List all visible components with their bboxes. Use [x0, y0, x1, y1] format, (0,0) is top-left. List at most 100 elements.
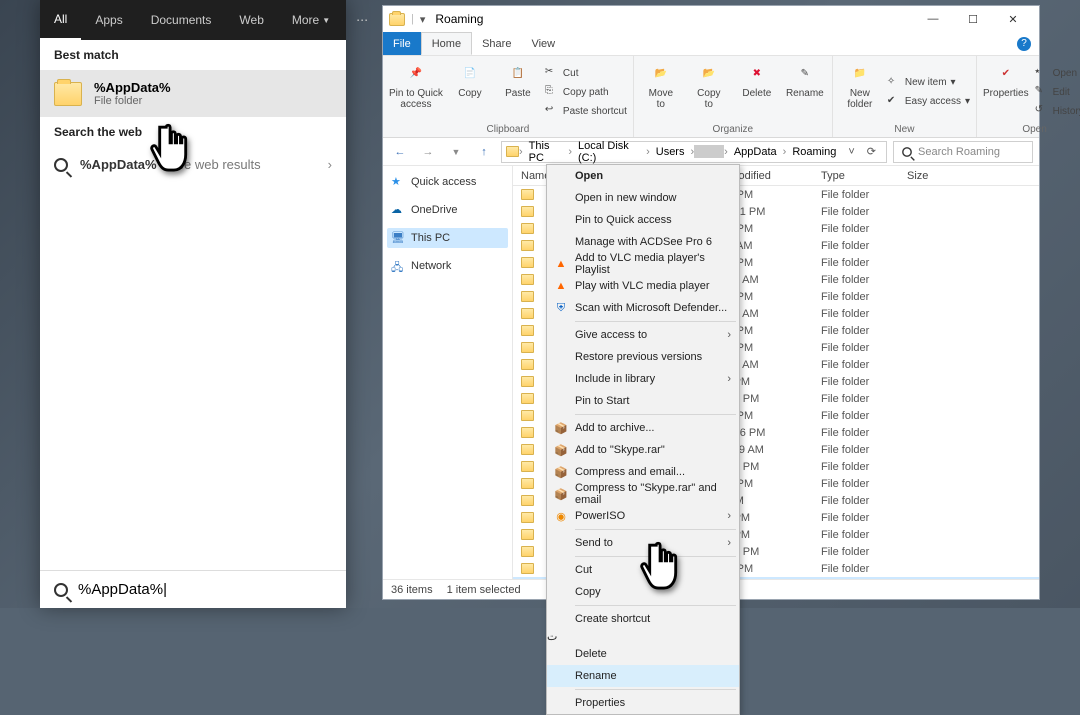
chevron-right-icon: › [727, 373, 731, 385]
search-tabs: All Apps Documents Web More ▼ ⋯ [40, 0, 346, 40]
easy-access-button[interactable]: ✔Easy access ▾ [887, 93, 970, 111]
move-icon: 📂 [648, 60, 674, 86]
copy-path-button[interactable]: ⎘Copy path [545, 83, 627, 101]
status-items: 36 items [391, 584, 433, 596]
ribbon-tab-view[interactable]: View [521, 32, 565, 55]
new-folder-button[interactable]: 📁New folder [839, 60, 881, 124]
nav-network[interactable]: 🖧Network [387, 256, 508, 276]
nav-up-button[interactable]: ↑ [473, 141, 495, 163]
edit-button[interactable]: ✎Edit [1035, 83, 1080, 101]
ribbon-tabs: File Home Share View ? [383, 32, 1039, 56]
properties-button[interactable]: ✔Properties [983, 60, 1029, 124]
paste-icon: 📋 [505, 60, 531, 86]
copy-path-icon: ⎘ [545, 85, 559, 99]
ctx-give-access[interactable]: Give access to› [547, 324, 739, 346]
nav-onedrive[interactable]: ☁OneDrive [387, 200, 508, 220]
ctx-vlc-play[interactable]: ▲Play with VLC media player [547, 275, 739, 297]
tab-all[interactable]: All [40, 0, 81, 40]
paste-shortcut-button[interactable]: ↩Paste shortcut [545, 102, 627, 120]
folder-icon [389, 13, 405, 26]
qat-dropdown-icon[interactable]: ▾ [420, 13, 426, 26]
tab-web[interactable]: Web [225, 0, 277, 40]
help-icon[interactable]: ? [1017, 37, 1031, 51]
easy-access-icon: ✔ [887, 95, 901, 109]
ctx-open[interactable]: Open [547, 165, 739, 187]
delete-button[interactable]: ✖Delete [736, 60, 778, 124]
ribbon-tab-share[interactable]: Share [472, 32, 521, 55]
search-web-label: Search the web [40, 117, 346, 147]
move-to-button[interactable]: 📂Move to [640, 60, 682, 124]
ctx-pin-quick[interactable]: Pin to Quick access [547, 209, 739, 231]
ctx-cut[interactable]: Cut [547, 559, 739, 581]
refresh-icon[interactable]: ⟳ [861, 145, 882, 158]
copy-button[interactable]: 📄Copy [449, 60, 491, 124]
ctx-include-library[interactable]: Include in library› [547, 368, 739, 390]
best-match-item[interactable]: %AppData% File folder [40, 70, 346, 117]
ctx-defender[interactable]: ⛨Scan with Microsoft Defender... [547, 297, 739, 319]
search-field[interactable]: Search Roaming [893, 141, 1033, 163]
breadcrumb[interactable]: ›This PC ›Local Disk (C:) ›Users › ›AppD… [501, 141, 887, 163]
ribbon-tab-home[interactable]: Home [421, 32, 472, 55]
ctx-delete[interactable]: Delete [547, 643, 739, 665]
history-icon: ↺ [1035, 104, 1049, 118]
search-input-row: %AppData% [40, 570, 346, 608]
dropdown-icon[interactable]: ˅ [842, 146, 860, 158]
chevron-right-icon: › [727, 329, 731, 341]
ctx-create-shortcut[interactable]: Create shortcut [547, 608, 739, 630]
ctx-properties[interactable]: Properties [547, 692, 739, 714]
paste-button[interactable]: 📋Paste [497, 60, 539, 124]
ellipsis-icon[interactable]: ⋯ [344, 13, 380, 27]
close-button[interactable]: ✕ [993, 6, 1033, 32]
ctx-open-new-window[interactable]: Open in new window [547, 187, 739, 209]
nav-recent-button[interactable]: ▼ [445, 141, 467, 163]
history-button[interactable]: ↺History [1035, 102, 1080, 120]
ctx-restore[interactable]: Restore previous versions [547, 346, 739, 368]
folder-icon [54, 82, 82, 106]
ctx-send-to[interactable]: Send to› [547, 532, 739, 554]
ribbon: 📌Pin to Quick access 📄Copy 📋Paste ✂Cut ⎘… [383, 56, 1039, 138]
ctx-poweriso[interactable]: ◉PowerISO› [547, 505, 739, 527]
col-type[interactable]: Type [821, 170, 907, 182]
copy-to-button[interactable]: 📂Copy to [688, 60, 730, 124]
ctx-vlc-add[interactable]: ▲Add to VLC media player's Playlist [547, 253, 739, 275]
winrar-icon: 📦 [553, 486, 569, 502]
best-match-label: Best match [40, 40, 346, 70]
maximize-button[interactable]: ☐ [953, 6, 993, 32]
nav-back-button[interactable]: ← [389, 141, 411, 163]
shortcut-icon: ↩ [545, 104, 559, 118]
nav-quick-access[interactable]: ★Quick access [387, 172, 508, 192]
pin-quick-access-button[interactable]: 📌Pin to Quick access [389, 60, 443, 124]
nav-forward-button[interactable]: → [417, 141, 439, 163]
ctx-compress-skype-email[interactable]: 📦Compress to "Skype.rar" and email [547, 483, 739, 505]
tab-more[interactable]: More ▼ [278, 0, 344, 40]
tab-apps[interactable]: Apps [81, 0, 136, 40]
poweriso-icon: ◉ [553, 508, 569, 524]
nav-pane: ★Quick access ☁OneDrive 🖥This PC 🖧Networ… [383, 166, 513, 579]
tab-documents[interactable]: Documents [137, 0, 226, 40]
cut-button[interactable]: ✂Cut [545, 64, 627, 82]
nav-this-pc[interactable]: 🖥This PC [387, 228, 508, 248]
minimize-button[interactable]: ― [913, 6, 953, 32]
new-item-button[interactable]: ✧New item ▾ [887, 74, 970, 92]
ctx-pin-start[interactable]: Pin to Start [547, 390, 739, 412]
vlc-icon: ▲ [553, 278, 569, 294]
pin-icon: 📌 [403, 60, 429, 86]
ctx-copy[interactable]: Copy [547, 581, 739, 603]
copy-icon: 📄 [457, 60, 483, 86]
group-label: Organize [640, 124, 826, 135]
ctx-add-archive[interactable]: 📦Add to archive... [547, 417, 739, 439]
ctx-rename[interactable]: Rename [547, 665, 739, 687]
web-result-item[interactable]: %AppData% - See web results › [40, 147, 346, 182]
ribbon-tab-file[interactable]: File [383, 32, 421, 55]
search-input[interactable]: %AppData% [78, 581, 167, 598]
qat-sep: | [411, 13, 414, 25]
ctx-acdsee[interactable]: Manage with ACDSee Pro 6 [547, 231, 739, 253]
ctx-compress-email[interactable]: 📦Compress and email... [547, 461, 739, 483]
properties-icon: ✔ [993, 60, 1019, 86]
col-size[interactable]: Size [907, 170, 1039, 182]
star-icon: ★ [391, 175, 405, 189]
open-button[interactable]: ⭑Open ▾ [1035, 64, 1080, 82]
ctx-add-skype-rar[interactable]: 📦Add to "Skype.rar" [547, 439, 739, 461]
search-icon [54, 158, 68, 172]
rename-button[interactable]: ✎Rename [784, 60, 826, 124]
